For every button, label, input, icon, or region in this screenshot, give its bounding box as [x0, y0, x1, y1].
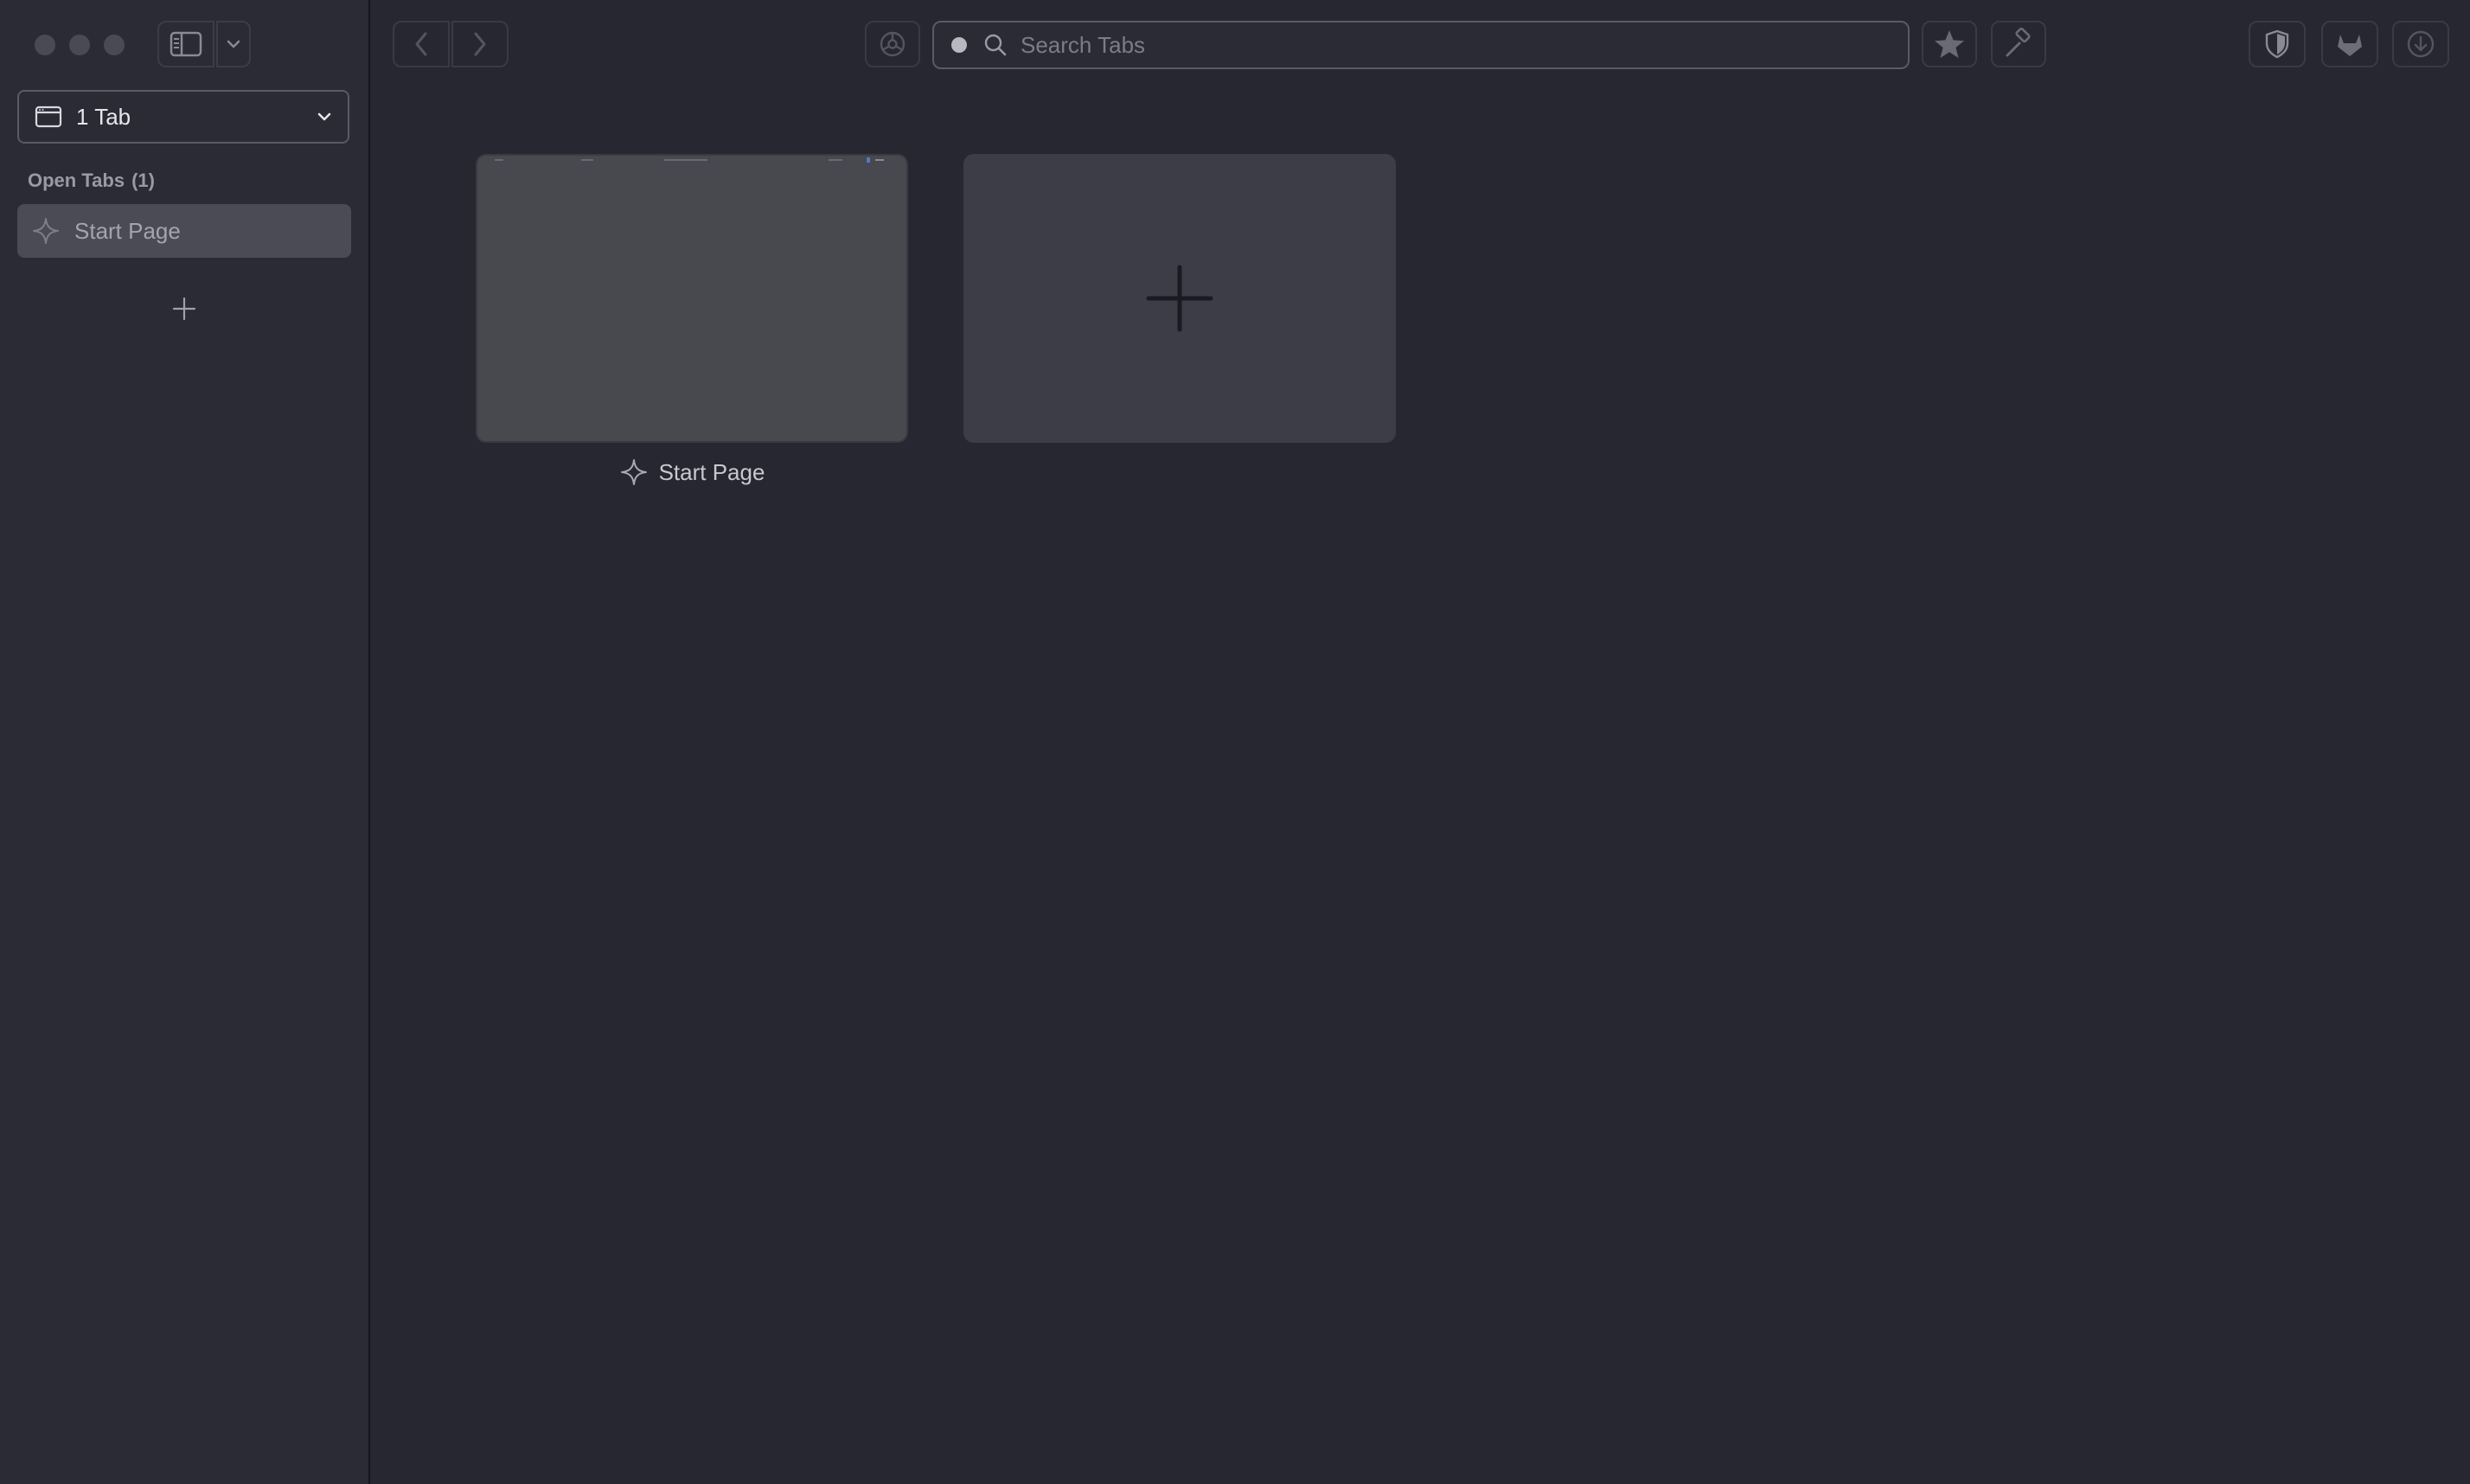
window-close-button[interactable] — [35, 35, 55, 55]
chevron-down-icon — [227, 40, 240, 48]
sidebar-tab-start-page[interactable]: Start Page — [17, 204, 351, 258]
tab-thumbnail — [495, 157, 884, 163]
sidebar-new-tab-button[interactable] — [166, 291, 202, 327]
page-settings-icon — [880, 31, 905, 57]
privacy-indicator-icon — [951, 37, 967, 53]
downloads-button[interactable] — [2392, 21, 2449, 67]
open-tabs-count: (1) — [131, 170, 155, 191]
plus-icon — [1146, 265, 1213, 332]
sparkle-icon — [33, 218, 59, 244]
window-minimize-button[interactable] — [69, 35, 90, 55]
bookmark-button[interactable] — [1922, 21, 1977, 67]
new-tab-card-button[interactable] — [963, 154, 1396, 443]
chevron-left-icon — [415, 32, 427, 56]
star-icon — [1935, 30, 1964, 58]
sparkle-icon — [620, 459, 647, 485]
sidebar-icon — [170, 31, 202, 57]
search-tabs-field[interactable] — [932, 21, 1910, 69]
extension-button[interactable] — [1991, 21, 2046, 67]
sidebar: 1 Tab Open Tabs (1) Start Page — [0, 0, 370, 1484]
back-button[interactable] — [393, 21, 450, 67]
chevron-right-icon — [474, 32, 486, 56]
privacy-shield-button[interactable] — [2249, 21, 2306, 67]
sidebar-options-button[interactable] — [216, 21, 251, 67]
tab-group-selector[interactable]: 1 Tab — [17, 90, 349, 144]
gitlab-extension-button[interactable] — [2321, 21, 2378, 67]
tab-card-label: Start Page — [658, 458, 765, 485]
gitlab-icon — [2338, 35, 2362, 56]
window-zoom-button[interactable] — [104, 35, 125, 55]
sidebar-toggle-button[interactable] — [157, 21, 214, 67]
tab-card-start-page[interactable] — [476, 154, 908, 443]
tab-group-label: 1 Tab — [76, 103, 131, 130]
shield-icon — [2265, 29, 2289, 59]
browser-window: 1 Tab Open Tabs (1) Start Page Search Ta… — [0, 0, 2470, 1484]
page-menu-button[interactable] — [865, 21, 920, 67]
plus-icon — [172, 297, 196, 321]
window-icon — [35, 106, 62, 128]
chevron-down-icon — [317, 112, 331, 121]
hammer-icon — [2006, 28, 2031, 57]
download-icon — [2407, 30, 2435, 58]
open-tabs-title: Open Tabs — [28, 170, 125, 191]
open-tabs-heading: Open Tabs (1) — [28, 170, 155, 192]
search-tabs-input[interactable] — [1021, 28, 1896, 62]
search-icon — [984, 34, 1007, 56]
tab-card-title[interactable]: Start Page — [476, 455, 908, 489]
forward-button[interactable] — [451, 21, 509, 67]
sidebar-tab-label: Start Page — [74, 217, 181, 244]
